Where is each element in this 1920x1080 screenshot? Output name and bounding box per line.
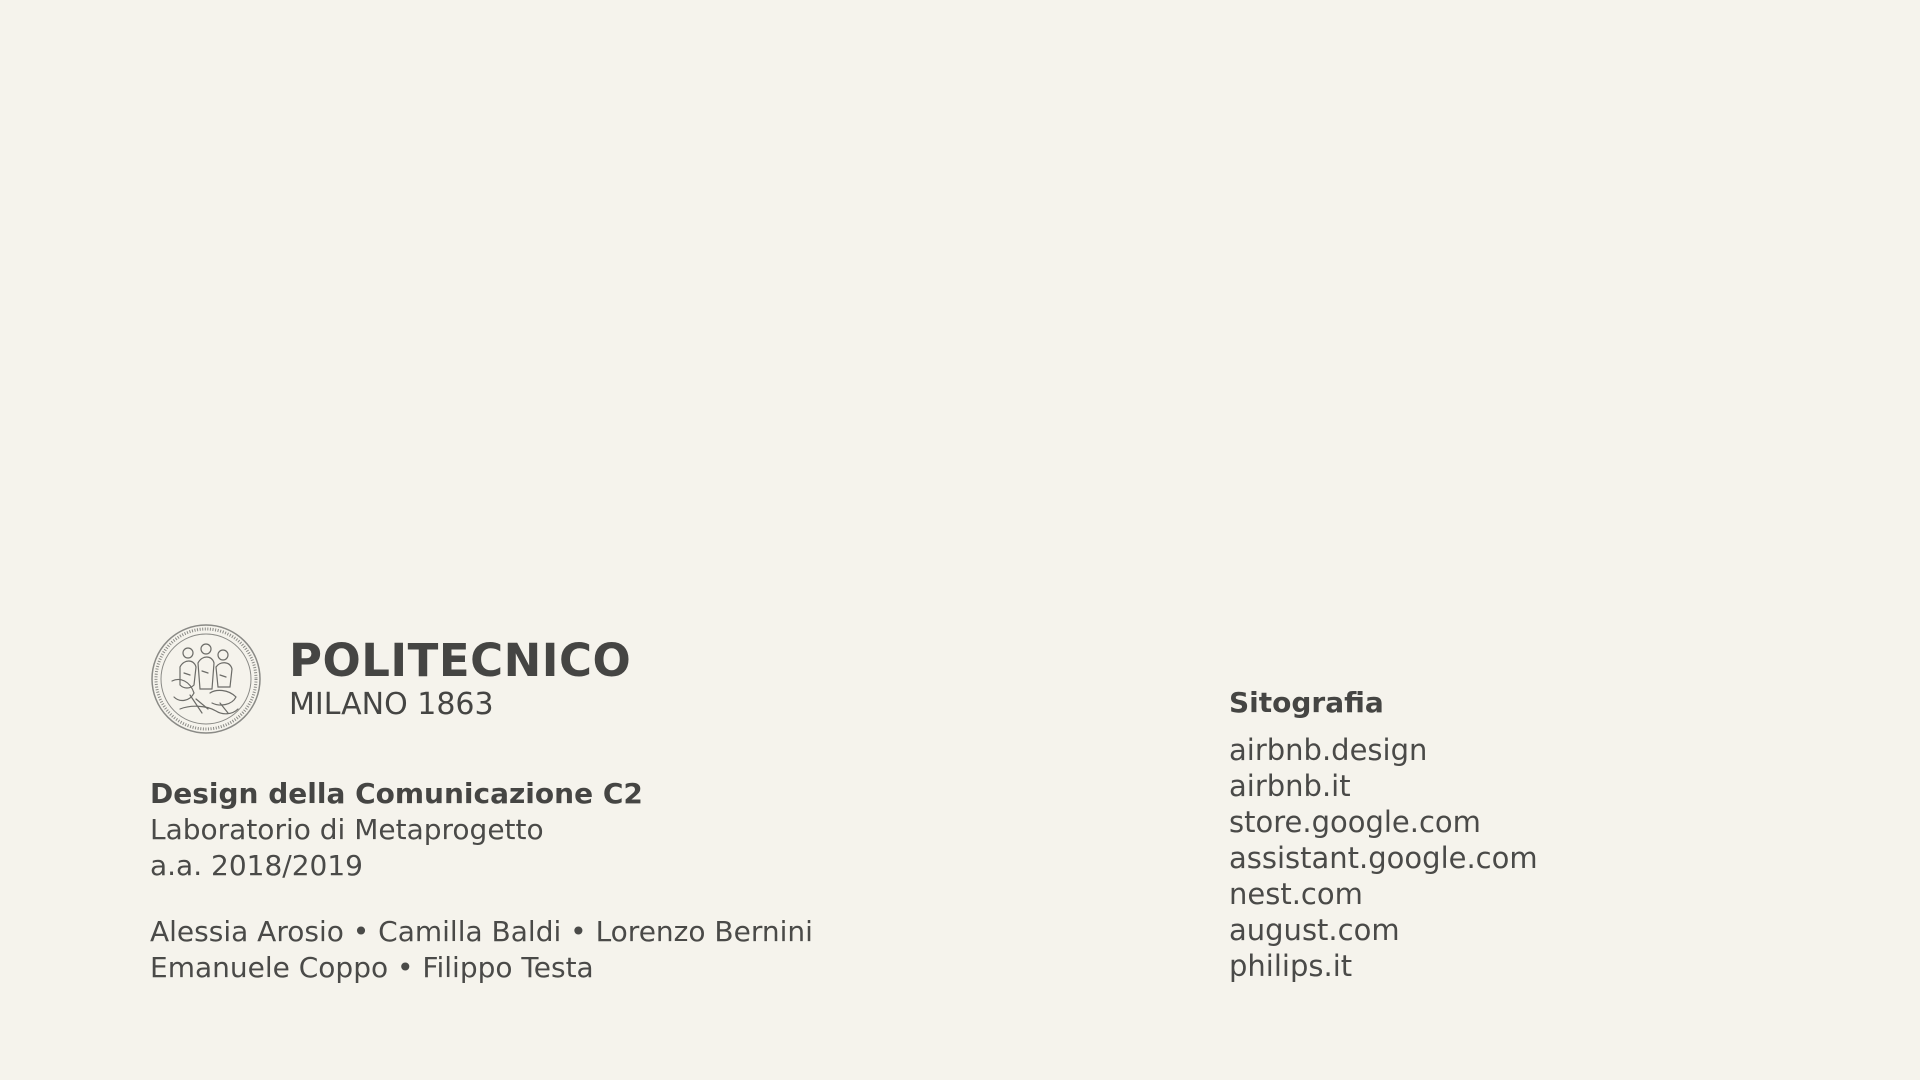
site-item: nest.com: [1229, 877, 1363, 911]
site-item: store.google.com: [1229, 805, 1481, 839]
site-item: philips.it: [1229, 949, 1353, 983]
course-lab: Laboratorio di Metaprogetto: [150, 813, 544, 846]
site-item: airbnb.it: [1229, 769, 1351, 803]
sitografia-list: airbnb.design airbnb.it store.google.com…: [1229, 732, 1538, 984]
course-info: Design della Comunicazione C2 Laboratori…: [150, 776, 643, 884]
site-item: assistant.google.com: [1229, 841, 1538, 875]
sitografia: Sitografia airbnb.design airbnb.it store…: [1229, 686, 1538, 984]
site-item: august.com: [1229, 913, 1400, 947]
university-subtitle: MILANO 1863: [289, 687, 494, 722]
sitografia-title: Sitografia: [1229, 686, 1384, 719]
politecnico-logo: POLITECNICO MILANO 1863: [150, 623, 631, 735]
site-item: airbnb.design: [1229, 733, 1428, 767]
authors: Alessia Arosio • Camilla Baldi • Lorenzo…: [150, 914, 813, 986]
university-name: POLITECNICO: [289, 634, 632, 687]
authors-line: Emanuele Coppo • Filippo Testa: [150, 951, 594, 984]
authors-line: Alessia Arosio • Camilla Baldi • Lorenzo…: [150, 915, 813, 948]
university-seal-icon: [151, 624, 261, 734]
academic-year: a.a. 2018/2019: [150, 849, 363, 882]
course-title: Design della Comunicazione C2: [150, 777, 643, 810]
